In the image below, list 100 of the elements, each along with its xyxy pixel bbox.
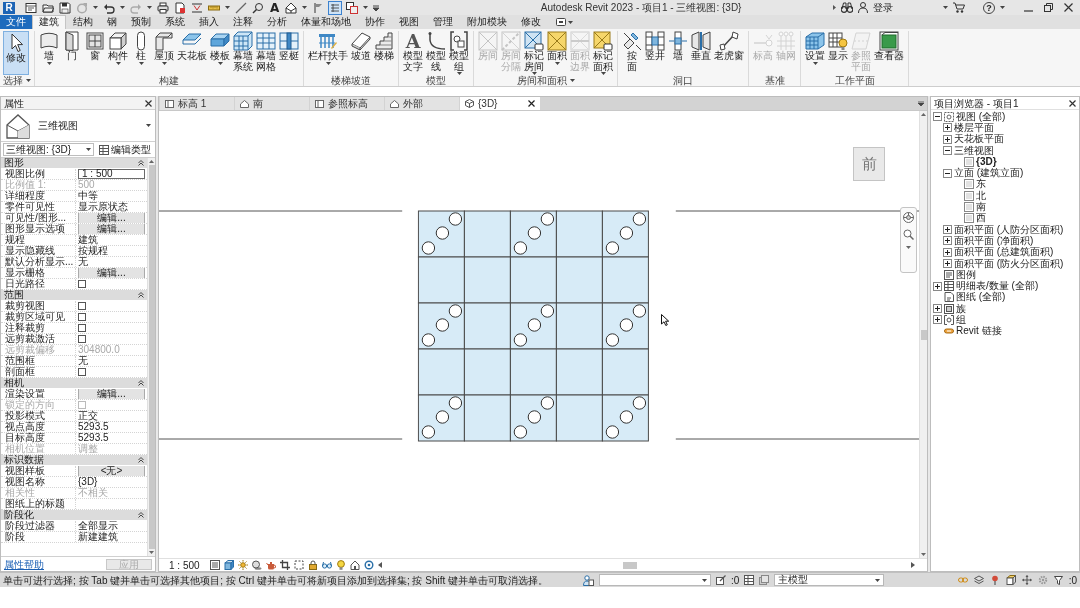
caret-icon[interactable] [302, 6, 308, 9]
zoom-icon[interactable] [903, 229, 914, 240]
windows-icon[interactable] [346, 1, 359, 14]
caret-icon[interactable] [363, 6, 369, 9]
ribbon-tab[interactable]: 附加模块 [460, 15, 514, 29]
pin-icon[interactable] [989, 575, 1000, 585]
line-caret-icon[interactable] [373, 4, 380, 11]
arrow-left-icon[interactable] [377, 562, 382, 568]
ribbon-button[interactable]: 坡道 [350, 31, 372, 75]
tree-item[interactable]: 东 [976, 179, 986, 190]
user-icon[interactable] [858, 2, 868, 13]
checkbox[interactable] [78, 368, 86, 376]
tree-item[interactable]: 西 [976, 213, 986, 224]
ribbon-tab[interactable]: 注释 [226, 15, 260, 29]
restore-icon[interactable] [1044, 3, 1053, 12]
tree-item[interactable]: 图纸 (全部) [956, 292, 1006, 303]
expand-icon[interactable] [943, 123, 952, 133]
chevrons-up-icon[interactable] [138, 380, 144, 386]
caret-icon[interactable] [943, 6, 948, 9]
collapse-icon[interactable] [933, 112, 942, 122]
ribbon-tab[interactable]: 协作 [358, 15, 392, 29]
view-cube[interactable]: 前 [853, 147, 885, 181]
tree-item[interactable]: 面积平面 (总建筑面积) [954, 247, 1054, 258]
property-button[interactable]: 编辑... [78, 224, 145, 234]
tree-item[interactable]: 面积平面 (防火分区面积) [954, 258, 1064, 269]
help-link[interactable]: 属性帮助 [4, 558, 44, 570]
chevrons-up-icon[interactable] [138, 512, 144, 518]
tree-item[interactable]: 族 [956, 303, 966, 314]
property-button[interactable]: <无> [78, 466, 145, 476]
shaded-cube-icon[interactable] [223, 560, 234, 570]
property-button[interactable]: 编辑... [78, 213, 145, 223]
arrow-right-icon[interactable] [911, 562, 915, 568]
expand-icon[interactable] [943, 134, 952, 144]
tree-item[interactable]: 天花板平面 [954, 134, 1004, 145]
save-icon[interactable] [59, 1, 71, 14]
ribbon-button[interactable]: 模型组 [448, 31, 470, 75]
person-sheet-icon[interactable] [583, 574, 595, 586]
tree-item[interactable]: 面积平面 (人防分区面积) [954, 224, 1064, 235]
glasses-icon[interactable] [321, 560, 332, 570]
expand-icon[interactable] [933, 281, 942, 291]
caret-icon[interactable] [147, 6, 152, 9]
ribbon-button[interactable]: 窗 [84, 31, 106, 75]
arrow-right-icon[interactable] [833, 5, 836, 10]
stack-icon[interactable] [759, 575, 770, 585]
ribbon-button[interactable]: 楼板 [209, 31, 231, 75]
ribbon-button[interactable]: 幕墙系统 [232, 31, 254, 75]
ribbon-tab[interactable]: 文件 [0, 15, 32, 29]
ribbon-tab[interactable]: 管理 [426, 15, 460, 29]
teapot-icon[interactable] [265, 560, 276, 570]
minus-box-icon[interactable] [556, 18, 566, 26]
collapse-icon[interactable] [943, 168, 952, 178]
sphere-shadow-icon[interactable] [251, 560, 262, 570]
folder-icon[interactable] [42, 1, 54, 14]
ribbon-button[interactable]: 门 [61, 31, 83, 75]
ribbon-button[interactable]: 显示 [827, 31, 849, 75]
tree-item[interactable]: 楼层平面 [954, 122, 994, 133]
printer-icon[interactable] [157, 1, 169, 14]
ribbon-button[interactable]: 模型线 [425, 31, 447, 75]
dotted-circle-icon[interactable] [1037, 575, 1048, 585]
lightbulb-icon[interactable] [335, 560, 346, 570]
app-logo[interactable]: R [3, 1, 15, 14]
arrow-down-icon[interactable] [921, 553, 926, 556]
magnifier-icon[interactable] [252, 1, 264, 14]
tree-item[interactable]: 北 [976, 190, 986, 201]
ribbon-button[interactable]: 垂直 [690, 31, 712, 75]
text-tool-button[interactable]: A [269, 1, 281, 14]
checkbox[interactable] [78, 302, 86, 310]
model-dropdown[interactable]: 主模型 [774, 574, 885, 586]
ribbon-tab[interactable]: 插入 [192, 15, 226, 29]
tree-item[interactable]: {3D} [976, 156, 997, 167]
slash-line-icon[interactable] [235, 1, 247, 14]
ribbon-button[interactable]: 修改 [3, 31, 29, 75]
chevrons-up-icon[interactable] [138, 160, 144, 166]
lined-square-icon[interactable] [209, 560, 220, 570]
checkbox[interactable] [78, 335, 86, 343]
tree-item[interactable]: 三维视图 [954, 145, 994, 156]
expand-icon[interactable] [943, 225, 952, 235]
checkbox[interactable] [78, 324, 86, 332]
thin-lines-icon[interactable] [329, 1, 342, 14]
tree-item[interactable]: 南 [976, 202, 986, 212]
caret-icon[interactable] [1000, 6, 1005, 9]
ribbon-tab[interactable]: 建筑 [32, 15, 66, 29]
move-arrows-icon[interactable] [1021, 575, 1032, 585]
scrollbar-thumb[interactable] [920, 329, 927, 340]
property-input-field[interactable]: 1 : 500 [78, 169, 145, 179]
view-tab[interactable]: 外部 [385, 97, 459, 110]
caret-icon[interactable] [146, 124, 151, 127]
expand-icon[interactable] [943, 236, 952, 246]
filter-icon[interactable] [1053, 575, 1063, 585]
ribbon-button[interactable]: 柱 [130, 31, 152, 75]
ribbon-button[interactable]: 标记房间 [523, 31, 545, 75]
ribbon-button[interactable]: 标记面积 [592, 31, 614, 75]
ribbon-button[interactable]: 天花板 [176, 31, 208, 75]
instance-dropdown[interactable]: 三维视图: {3D} [3, 143, 94, 156]
pencil-square-icon[interactable] [716, 575, 727, 585]
arrow-up-icon[interactable] [149, 160, 154, 163]
edit-type-button[interactable]: 编辑类型 [97, 143, 153, 156]
caret-icon[interactable] [906, 246, 911, 249]
layers-icon[interactable] [973, 575, 984, 585]
crop-icon[interactable] [279, 560, 290, 570]
